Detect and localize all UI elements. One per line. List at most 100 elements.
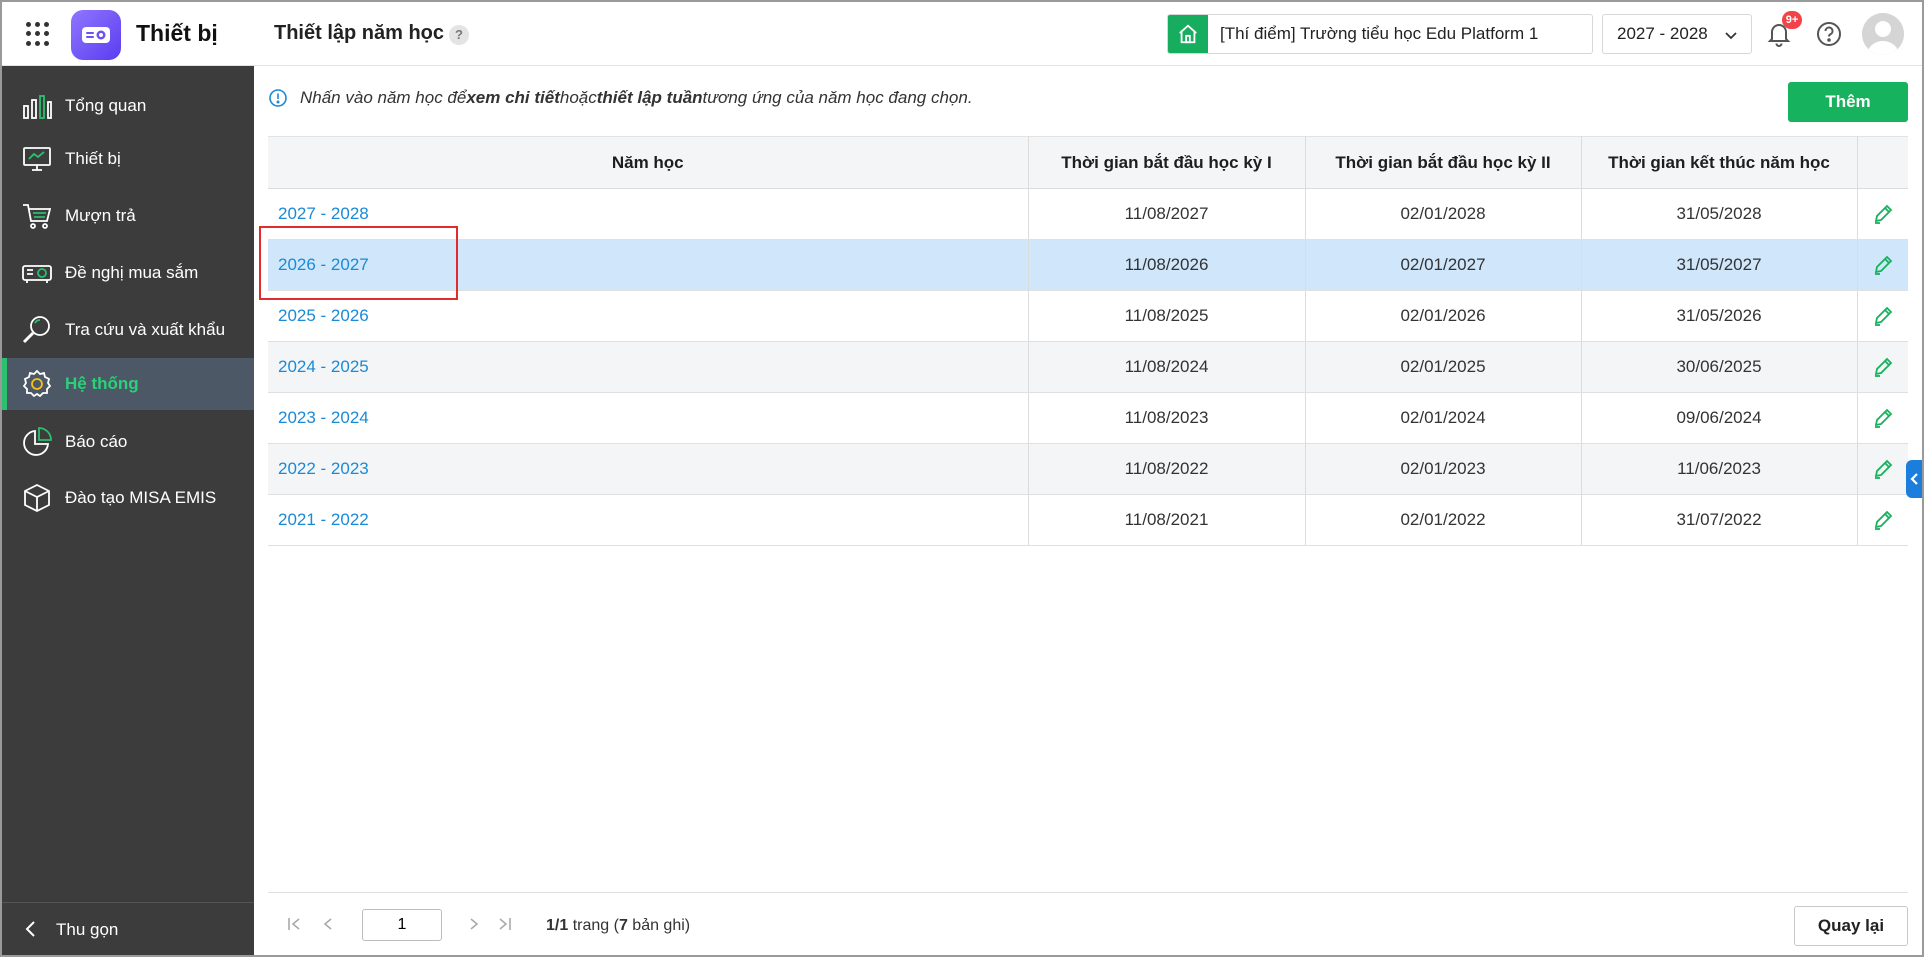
column-header-term1-start[interactable]: Thời gian bắt đầu học kỳ I [1028,136,1306,189]
sidebar-item-label: Đào tạo MISA EMIS [65,488,217,507]
table-row[interactable]: 2021 - 2022 11/08/2021 02/01/2022 31/07/202… [268,494,1908,546]
page-number-input[interactable] [362,909,442,941]
cell-year-end: 31/05/2027 [1581,239,1858,291]
page-info: 1/1 trang (7 bản ghi) [546,917,690,935]
table-row[interactable]: 2022 - 2023 11/08/2022 02/01/2023 11/06/202… [268,443,1908,495]
edit-icon[interactable] [1872,203,1894,225]
collapse-label: Thu gọn [56,920,119,939]
sidebar-item-training[interactable]: Đào tạo MISA EMIS [2,472,254,524]
avatar[interactable] [1862,13,1904,55]
page-word: trang ( [568,917,619,934]
school-year-select[interactable]: 2027 - 2028 [1602,14,1752,54]
page-help-icon[interactable]: ? [449,25,469,45]
last-page-icon[interactable] [497,916,513,932]
cell-year-end: 31/07/2022 [1581,494,1858,546]
edit-icon[interactable] [1872,458,1894,480]
side-panel-toggle[interactable] [1906,460,1922,498]
record-word: bản ghi) [627,917,691,934]
sidebar-item-label: Đề nghị mua sắm [65,263,199,282]
page-current: 1/1 [546,917,569,934]
top-bar: Thiết bị Thiết lập năm học ? [Thí điểm] … [2,2,1922,66]
app-logo [71,10,121,60]
app-name: Thiết bị [136,20,218,46]
cell-term2-start: 02/01/2022 [1305,494,1582,546]
table-row[interactable]: 2023 - 2024 11/08/2023 02/01/2024 09/06/202… [268,392,1908,444]
pager-divider [268,892,1908,893]
cell-actions [1857,494,1908,546]
column-header-year-end[interactable]: Thời gian kết thúc năm học [1581,136,1858,189]
table-row[interactable]: 2024 - 2025 11/08/2024 02/01/2025 30/06/202… [268,341,1908,393]
cart-icon [23,204,52,229]
notification-badge: 9+ [1782,11,1802,29]
cell-term2-start: 02/01/2025 [1305,341,1582,393]
sidebar-item-label: Thiết bị [65,149,121,168]
cell-school-year[interactable]: 2022 - 2023 [268,443,1029,495]
sidebar-item-reports[interactable]: Báo cáo [2,416,254,468]
cell-school-year[interactable]: 2025 - 2026 [268,290,1029,342]
cell-school-year[interactable]: 2021 - 2022 [268,494,1029,546]
page-title: Thiết lập năm học [274,22,445,44]
home-icon [1168,15,1208,53]
table-row[interactable]: 2027 - 2028 11/08/2027 02/01/2028 31/05/202… [268,188,1908,240]
cell-term2-start: 02/01/2024 [1305,392,1582,444]
next-page-icon[interactable] [466,916,482,932]
sidebar-item-borrow[interactable]: Mượn trả [2,190,254,242]
cell-term1-start: 11/08/2023 [1028,392,1306,444]
table-body: 2027 - 2028 11/08/2027 02/01/2028 31/05/202… [268,188,1908,546]
first-page-icon[interactable] [286,916,302,932]
help-icon[interactable] [1815,20,1843,48]
edit-icon[interactable] [1872,407,1894,429]
sidebar: Tổng quan Thiết bị Mượn trả Đề nghị mua … [2,66,254,955]
cell-school-year[interactable]: 2023 - 2024 [268,392,1029,444]
column-header-school-year[interactable]: Năm học [268,136,1029,189]
edit-icon[interactable] [1872,305,1894,327]
cell-term1-start: 11/08/2022 [1028,443,1306,495]
chevron-down-icon [1725,32,1737,40]
table-row[interactable]: 2025 - 2026 11/08/2025 02/01/2026 31/05/202… [268,290,1908,342]
sidebar-item-label: Mượn trả [65,206,136,225]
cell-term2-start: 02/01/2027 [1305,239,1582,291]
column-header-term2-start[interactable]: Thời gian bắt đầu học kỳ II [1305,136,1582,189]
edit-icon[interactable] [1872,509,1894,531]
pie-icon [23,427,52,456]
info-hint: Nhấn vào năm học để xem chi tiết hoặc th… [268,88,973,108]
cell-school-year[interactable]: 2027 - 2028 [268,188,1029,240]
app-window: Thiết bị Thiết lập năm học ? [Thí điểm] … [0,0,1924,957]
prev-page-icon[interactable] [320,916,336,932]
chevron-left-icon [1910,473,1918,485]
chevron-left-icon [25,921,35,937]
cell-term2-start: 02/01/2028 [1305,188,1582,240]
edit-icon[interactable] [1872,356,1894,378]
cell-actions [1857,290,1908,342]
sidebar-item-devices[interactable]: Thiết bị [2,133,254,185]
sidebar-item-label: Tổng quan [65,96,147,115]
sidebar-item-lookup-export[interactable]: Tra cứu và xuất khẩu [2,304,254,356]
cell-actions [1857,443,1908,495]
school-selector[interactable]: [Thí điểm] Trường tiểu học Edu Platform … [1167,14,1593,54]
cube-icon [24,483,50,513]
cell-school-year[interactable]: 2024 - 2025 [268,341,1029,393]
back-button[interactable]: Quay lại [1794,906,1908,946]
collapse-sidebar-button[interactable]: Thu gọn [2,902,254,955]
school-name: [Thí điểm] Trường tiểu học Edu Platform … [1220,24,1539,43]
cell-year-end: 31/05/2026 [1581,290,1858,342]
cell-year-end: 11/06/2023 [1581,443,1858,495]
cell-year-end: 30/06/2025 [1581,341,1858,393]
cell-term1-start: 11/08/2026 [1028,239,1306,291]
apps-grid-icon[interactable] [26,22,50,46]
cell-term1-start: 11/08/2027 [1028,188,1306,240]
cell-school-year[interactable]: 2026 - 2027 [268,239,1029,291]
cell-year-end: 31/05/2028 [1581,188,1858,240]
sidebar-item-overview[interactable]: Tổng quan [2,80,254,132]
info-text-bold-week: thiết lập tuần [596,88,703,107]
chart-bars-icon [23,95,52,119]
school-year-table: Năm học Thời gian bắt đầu học kỳ I Thời … [268,136,1908,546]
sidebar-item-system[interactable]: Hệ thống [2,358,254,410]
sidebar-item-label: Tra cứu và xuất khẩu [65,320,226,339]
edit-icon[interactable] [1872,254,1894,276]
add-button[interactable]: Thêm [1788,82,1908,122]
sidebar-item-purchase-request[interactable]: Đề nghị mua sắm [2,247,254,299]
cell-actions [1857,188,1908,240]
table-row[interactable]: 2026 - 2027 11/08/2026 02/01/2027 31/05/202… [268,239,1908,291]
cell-year-end: 09/06/2024 [1581,392,1858,444]
